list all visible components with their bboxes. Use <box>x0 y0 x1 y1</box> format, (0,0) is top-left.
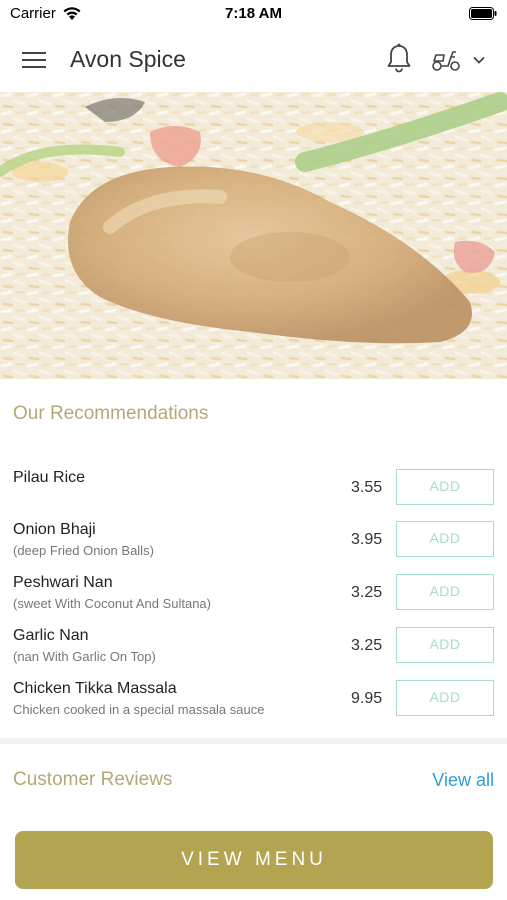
status-time: 7:18 AM <box>225 5 282 22</box>
menu-item: Peshwari Nan (sweet With Coconut And Sul… <box>0 574 507 624</box>
menu-item: Chicken Tikka Massala Chicken cooked in … <box>0 680 507 730</box>
item-description: (deep Fried Onion Balls) <box>13 543 154 558</box>
chevron-down-icon[interactable] <box>472 54 486 66</box>
item-price: 3.55 <box>351 479 383 496</box>
menu-item: Onion Bhaji (deep Fried Onion Balls) 3.9… <box>0 521 507 571</box>
item-price: 3.25 <box>351 584 383 601</box>
item-name: Onion Bhaji <box>13 521 96 538</box>
menu-icon[interactable] <box>22 50 46 70</box>
page-title: Avon Spice <box>70 46 186 72</box>
item-price: 3.25 <box>351 637 383 654</box>
item-price: 3.95 <box>351 531 383 548</box>
item-name: Chicken Tikka Massala <box>13 680 177 697</box>
item-description: (nan With Garlic On Top) <box>13 649 156 664</box>
battery-icon <box>469 7 497 20</box>
add-button[interactable]: ADD <box>396 574 494 610</box>
hero-food-image <box>0 92 507 379</box>
add-button[interactable]: ADD <box>396 627 494 663</box>
item-name: Pilau Rice <box>13 469 86 486</box>
reviews-title: Customer Reviews <box>13 769 173 790</box>
add-button[interactable]: ADD <box>396 469 494 505</box>
view-all-reviews-link[interactable]: View all <box>432 770 494 791</box>
menu-item: Garlic Nan (nan With Garlic On Top) 3.25… <box>0 627 507 677</box>
item-name: Peshwari Nan <box>13 574 113 591</box>
item-description: (sweet With Coconut And Sultana) <box>13 596 211 611</box>
recommendations-title: Our Recommendations <box>13 403 209 424</box>
add-button[interactable]: ADD <box>396 521 494 557</box>
app-header: Avon Spice <box>0 28 507 92</box>
view-menu-button[interactable]: VIEW MENU <box>15 831 493 889</box>
status-bar: Carrier 7:18 AM <box>0 0 507 28</box>
item-price: 9.95 <box>351 690 383 707</box>
item-description: Chicken cooked in a special massala sauc… <box>13 702 265 717</box>
scooter-icon[interactable] <box>431 48 461 72</box>
section-divider <box>0 738 507 744</box>
add-button[interactable]: ADD <box>396 680 494 716</box>
item-name: Garlic Nan <box>13 627 89 644</box>
menu-item: Pilau Rice 3.55 ADD <box>0 469 507 519</box>
bell-icon[interactable] <box>386 43 412 73</box>
